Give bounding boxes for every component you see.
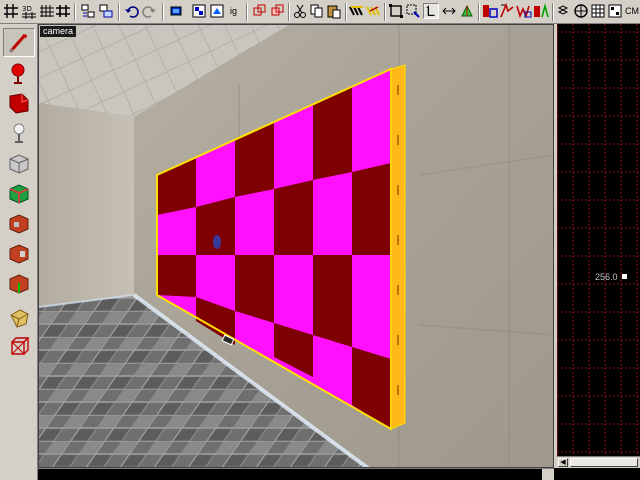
select-by-hand-icon[interactable] bbox=[405, 3, 421, 19]
toolbar-separator bbox=[162, 3, 164, 21]
3d-grid-icon[interactable]: 3D bbox=[21, 3, 37, 19]
vertex-manipulation-icon[interactable] bbox=[459, 3, 475, 19]
entity-tool-icon[interactable] bbox=[3, 118, 35, 147]
horizontal-scrollbar-2d[interactable]: ◀ bbox=[557, 456, 640, 468]
bottom-panel bbox=[554, 468, 640, 480]
scroll-thumb[interactable] bbox=[570, 458, 638, 467]
horizontal-scrollbar-3d[interactable] bbox=[38, 468, 554, 480]
cut-icon[interactable] bbox=[292, 3, 308, 19]
toolbar-separator bbox=[552, 3, 554, 21]
camera-viewport[interactable]: camera bbox=[38, 24, 554, 468]
side-view-2d[interactable]: 256.0 bbox=[557, 24, 640, 456]
camera-scene bbox=[39, 25, 553, 467]
sphere-icon[interactable] bbox=[573, 3, 589, 19]
toolbar-separator bbox=[384, 3, 386, 21]
block-tool-icon[interactable] bbox=[3, 148, 35, 177]
tool-palette bbox=[0, 24, 38, 480]
show-hidden-icon[interactable] bbox=[270, 3, 286, 19]
toolbar-separator bbox=[74, 3, 76, 21]
toolbar-separator bbox=[118, 3, 120, 21]
overlay-icon[interactable] bbox=[366, 3, 382, 19]
toggle-groups-icon[interactable] bbox=[556, 3, 572, 19]
clipping-tool-icon[interactable] bbox=[3, 268, 35, 297]
selection-tool-icon[interactable] bbox=[3, 28, 35, 57]
toolbar-separator bbox=[345, 3, 347, 21]
copy-icon[interactable] bbox=[309, 3, 325, 19]
small-grid-icon[interactable] bbox=[39, 3, 55, 19]
display-model-icon[interactable] bbox=[482, 3, 498, 19]
paste-icon[interactable] bbox=[326, 3, 342, 19]
texture-apply-icon[interactable] bbox=[191, 3, 207, 19]
entity-marker bbox=[213, 235, 221, 249]
back-wall bbox=[39, 103, 134, 307]
texture-lock-label[interactable]: ig bbox=[230, 6, 237, 16]
apply-decal-tool-icon[interactable] bbox=[3, 208, 35, 237]
decal-icon[interactable] bbox=[349, 3, 365, 19]
toolbar-separator bbox=[246, 3, 248, 21]
texture-replace-icon[interactable] bbox=[209, 3, 225, 19]
scroll-corner bbox=[542, 469, 554, 480]
path-tool-icon[interactable] bbox=[3, 332, 35, 361]
undo-icon[interactable] bbox=[124, 3, 140, 19]
entity-report-icon[interactable] bbox=[607, 3, 623, 19]
toolbar-separator bbox=[478, 3, 480, 21]
vertex-tool-icon[interactable] bbox=[3, 302, 35, 331]
texture-scale-lock-icon[interactable] bbox=[441, 3, 457, 19]
overlay-tool-icon[interactable] bbox=[3, 238, 35, 267]
group-icon[interactable] bbox=[98, 3, 114, 19]
main-toolbar: 3D ig CM bbox=[0, 0, 640, 24]
viewport-label[interactable]: camera bbox=[40, 26, 77, 37]
selection-box-icon[interactable] bbox=[388, 3, 404, 19]
map-properties-icon[interactable] bbox=[590, 3, 606, 19]
redo-icon[interactable] bbox=[141, 3, 157, 19]
display-helpers-icon[interactable] bbox=[499, 3, 515, 19]
coordinate-readout: 256.0 bbox=[595, 272, 618, 282]
display-world-icon[interactable] bbox=[516, 3, 532, 19]
texture-browser-icon[interactable] bbox=[168, 3, 184, 19]
hide-selection-icon[interactable] bbox=[252, 3, 268, 19]
carve-icon[interactable] bbox=[80, 3, 96, 19]
svg-text:3D: 3D bbox=[22, 5, 32, 13]
magnify-tool-icon[interactable] bbox=[3, 58, 35, 87]
texture-lock-toggle-icon[interactable] bbox=[423, 3, 439, 19]
texture-application-tool-icon[interactable] bbox=[3, 178, 35, 207]
camera-tool-icon[interactable] bbox=[3, 88, 35, 117]
large-grid-icon[interactable] bbox=[55, 3, 71, 19]
grid-toggle-icon[interactable] bbox=[3, 3, 19, 19]
toolbar-separator bbox=[288, 3, 290, 21]
selection-handle[interactable] bbox=[622, 274, 627, 279]
grid-2d bbox=[557, 24, 640, 456]
display-connections-icon[interactable] bbox=[533, 3, 549, 19]
scroll-left-arrow-icon[interactable]: ◀ bbox=[558, 458, 568, 467]
compile-label[interactable]: CM bbox=[625, 6, 639, 16]
